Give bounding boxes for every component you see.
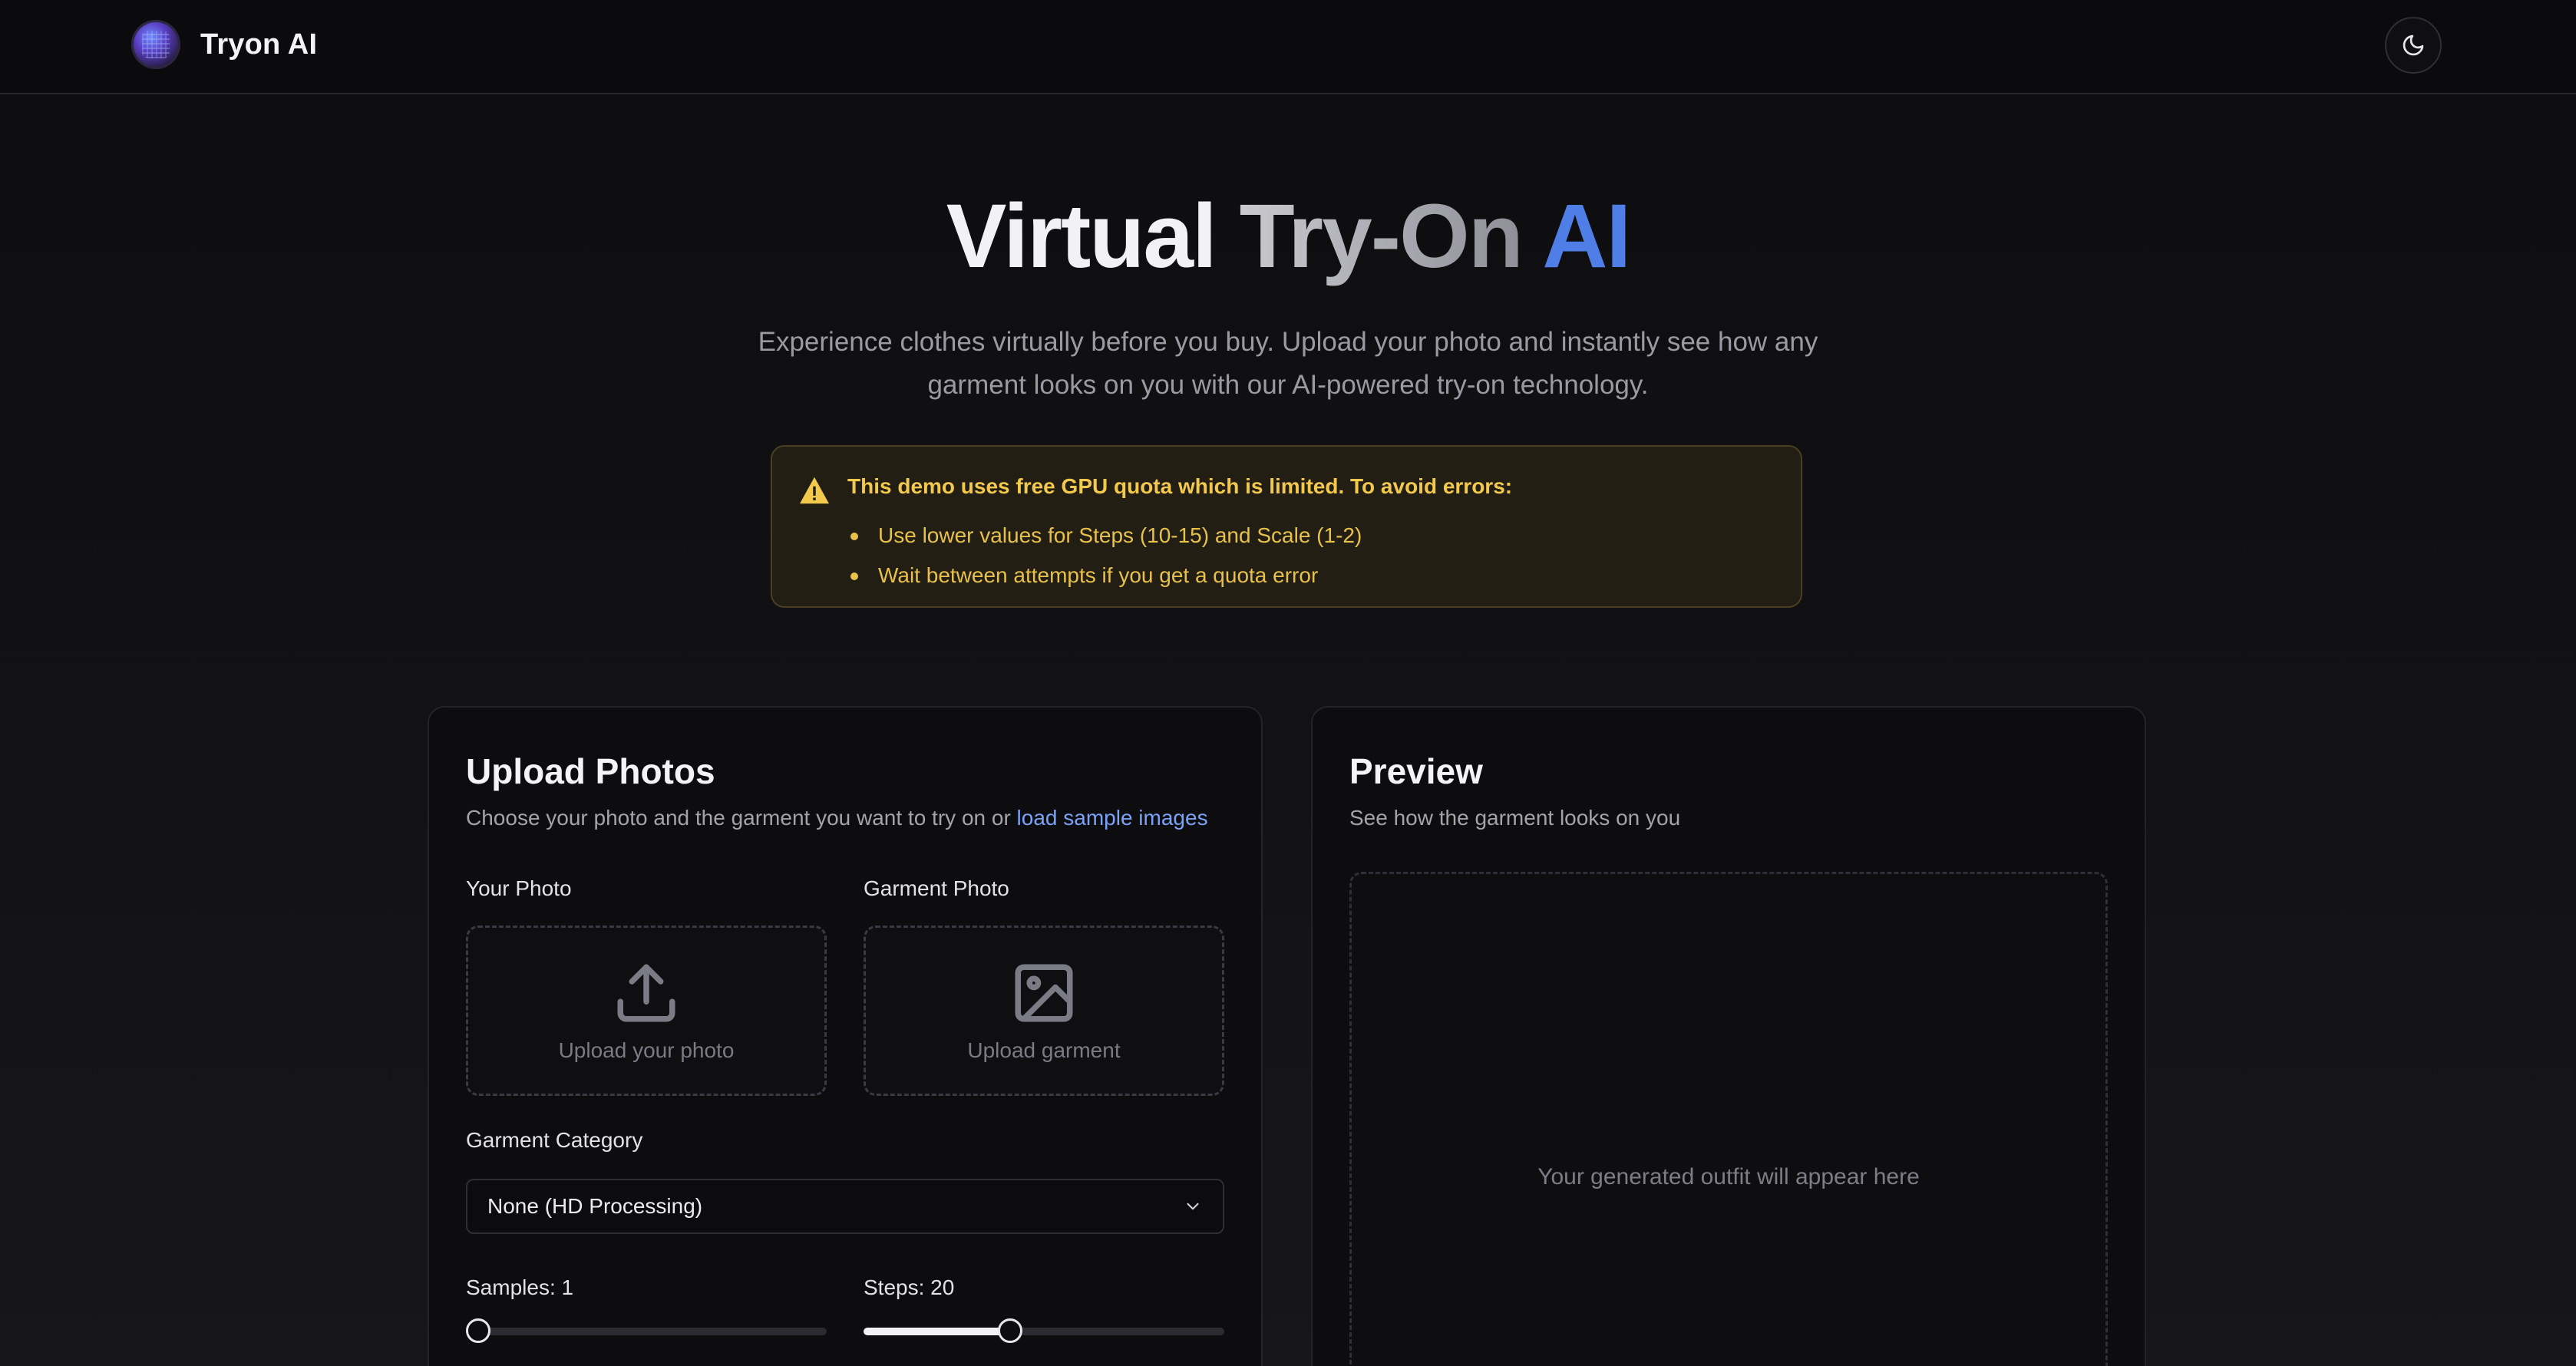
preview-card-title: Preview [1349, 751, 1483, 791]
theme-toggle-button[interactable] [2385, 17, 2442, 74]
warning-list: Use lower values for Steps (10-15) and S… [847, 516, 1362, 596]
preview-card-description: See how the garment looks on you [1349, 806, 1681, 830]
hero-title: Virtual Try-On AI [0, 183, 2576, 290]
samples-slider-thumb[interactable] [466, 1318, 490, 1343]
your-photo-dropzone-text: Upload your photo [558, 1038, 735, 1062]
samples-slider-track [466, 1328, 827, 1335]
garment-photo-dropzone[interactable]: Upload garment [864, 926, 1224, 1096]
upload-card-description: Choose your photo and the garment you wa… [466, 806, 1208, 830]
warning-icon [800, 477, 829, 504]
garment-category-value: None (HD Processing) [487, 1194, 703, 1218]
quota-warning: This demo uses free GPU quota which is l… [771, 445, 1802, 608]
brand-name: Tryon AI [200, 28, 318, 61]
warning-title: This demo uses free GPU quota which is l… [847, 474, 1513, 498]
top-navbar: Tryon AI [0, 0, 2576, 94]
garment-dropzone-text: Upload garment [967, 1038, 1121, 1062]
garment-category-select[interactable]: None (HD Processing) [466, 1179, 1224, 1234]
load-sample-images-link[interactable]: load sample images [1017, 806, 1208, 830]
upload-icon [617, 964, 675, 1022]
your-photo-dropzone[interactable]: Upload your photo [466, 926, 827, 1096]
moon-icon [2403, 35, 2424, 56]
preview-area: Your generated outfit will appear here [1349, 872, 2108, 1366]
steps-label: Steps: 20 [864, 1275, 955, 1299]
upload-card-description-text: Choose your photo and the garment you wa… [466, 806, 1011, 830]
steps-slider[interactable] [864, 1318, 1224, 1343]
preview-card: Preview See how the garment looks on you… [1311, 706, 2146, 1366]
upload-card-title: Upload Photos [466, 751, 715, 791]
logo-icon [131, 20, 180, 69]
preview-placeholder: Your generated outfit will appear here [1537, 1164, 1920, 1189]
warning-item: Use lower values for Steps (10-15) and S… [847, 516, 1362, 556]
garment-photo-label: Garment Photo [864, 876, 1009, 900]
image-icon [1015, 964, 1073, 1022]
garment-category-label: Garment Category [466, 1128, 643, 1152]
samples-slider[interactable] [466, 1318, 827, 1343]
steps-slider-thumb[interactable] [998, 1318, 1023, 1343]
hero-title-virtual: Virtual [946, 186, 1217, 287]
hero-title-tryon: Try-On [1239, 186, 1524, 287]
warning-item: Wait between attempts if you get a quota… [847, 556, 1362, 596]
your-photo-label: Your Photo [466, 876, 572, 900]
steps-slider-fill [864, 1328, 1008, 1335]
upload-photos-card: Upload Photos Choose your photo and the … [428, 706, 1263, 1366]
samples-label: Samples: 1 [466, 1275, 574, 1299]
brand[interactable]: Tryon AI [131, 20, 317, 69]
hero-subtitle: Experience clothes virtually before you … [758, 327, 1818, 400]
hero-title-ai: AI [1542, 186, 1631, 287]
chevron-down-icon [1187, 1203, 1199, 1210]
